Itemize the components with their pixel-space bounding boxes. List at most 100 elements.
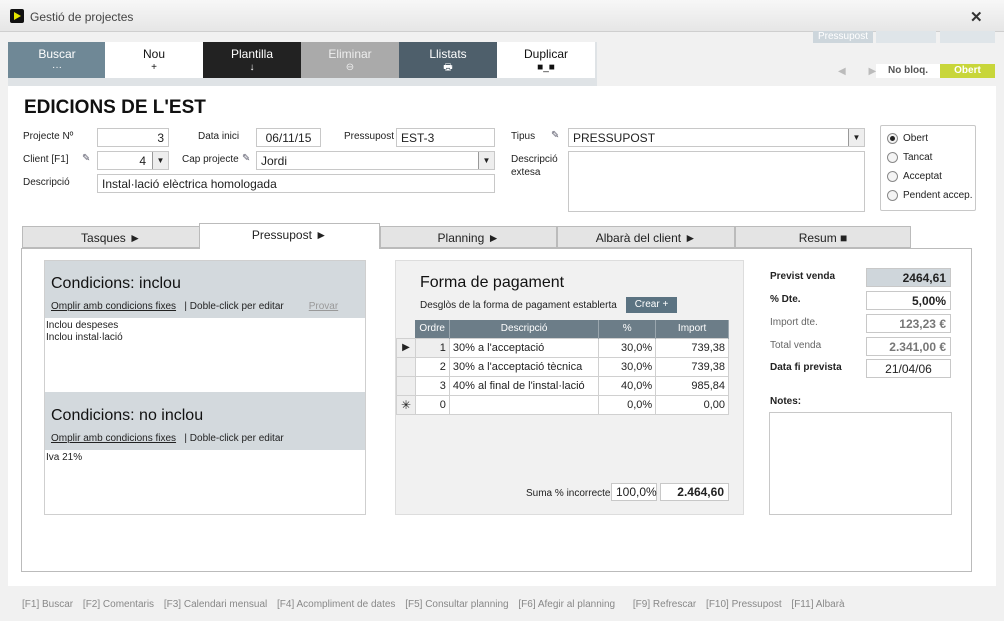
tab-resum[interactable]: Resum ■: [735, 226, 911, 248]
chevron-down-icon[interactable]: ▼: [478, 152, 494, 169]
pct-cell[interactable]: 30,0%: [598, 356, 657, 377]
dte-field[interactable]: 5,00%: [866, 291, 951, 310]
ordre-cell[interactable]: 3: [414, 375, 450, 396]
descripcio-cell[interactable]: 30% a l'acceptació: [448, 337, 600, 358]
suma-label: Suma % incorrecte: [526, 488, 611, 499]
radio-icon[interactable]: [887, 190, 898, 201]
ordre-cell[interactable]: 0: [414, 394, 450, 415]
suma-total-field: 2.464,60: [660, 483, 729, 501]
shortcut-bar: [F1] Buscar [F2] Comentaris [F3] Calenda…: [22, 599, 852, 610]
close-icon[interactable]: ✕: [970, 8, 983, 26]
tab-albara[interactable]: Albarà del client ►: [557, 226, 735, 248]
descripcio-extesa-field[interactable]: [568, 151, 865, 212]
import-cell[interactable]: 0,00: [655, 394, 729, 415]
radio-tancat[interactable]: Tancat: [887, 152, 932, 163]
column-header[interactable]: %: [598, 320, 657, 338]
tipus-select[interactable]: PRESSUPOST ▼: [568, 128, 865, 147]
pencil-icon[interactable]: ✎: [82, 153, 90, 164]
pct-cell[interactable]: 30,0%: [598, 337, 657, 358]
column-header[interactable]: Import: [655, 320, 729, 338]
pencil-icon[interactable]: ✎: [551, 130, 559, 141]
shortcut-f1[interactable]: [F1] Buscar: [22, 599, 73, 610]
condicions-no-inclou-text[interactable]: Iva 21%: [46, 452, 82, 464]
column-header[interactable]: Descripció: [449, 320, 600, 338]
chevron-down-icon[interactable]: ▼: [152, 152, 168, 169]
buscar-label: Buscar: [38, 47, 76, 61]
pagament-table: Ordre Descripció % Import ▶ 1 30% a l'ac…: [396, 320, 729, 415]
descripcio-extesa-label: Descripció extesa: [511, 154, 558, 178]
descripcio-cell[interactable]: 40% al final de l'instal·lació: [448, 375, 600, 396]
data-fi-label: Data fi prevista: [770, 362, 842, 373]
table-row[interactable]: ▶ 1 30% a l'acceptació 30,0% 739,38: [396, 337, 729, 358]
import-cell[interactable]: 739,38: [655, 337, 729, 358]
plantilla-button[interactable]: Plantilla ↓: [203, 42, 301, 78]
import-cell[interactable]: 985,84: [655, 375, 729, 396]
previst-venda-field[interactable]: 2464,61: [866, 268, 951, 287]
row-selector-icon[interactable]: [396, 375, 416, 396]
doble-click-hint: Doble-click per editar: [189, 301, 284, 312]
descripcio-field[interactable]: Instal·lació elèctrica homologada: [97, 174, 495, 193]
omplir-condicions-link[interactable]: Omplir amb condicions fixes: [51, 301, 176, 312]
condicions-inclou-text[interactable]: Inclou despeses Inclou instal·lació: [46, 320, 123, 344]
ordre-cell[interactable]: 2: [414, 356, 450, 377]
new-row-asterisk-icon[interactable]: ✳: [396, 394, 416, 415]
minus-circle-icon: ⊖: [345, 62, 355, 73]
shortcut-f3[interactable]: [F3] Calendari mensual: [164, 599, 267, 610]
title-bar: Gestió de projectes ✕: [0, 0, 1004, 32]
ellipsis-icon: ···: [52, 62, 62, 73]
descripcio-cell[interactable]: 30% a l'acceptació tècnica: [448, 356, 600, 377]
pct-cell[interactable]: 40,0%: [598, 375, 657, 396]
projecte-field[interactable]: 3: [97, 128, 169, 147]
table-row[interactable]: ✳ 0 0,0% 0,00: [396, 394, 729, 415]
radio-acceptat[interactable]: Acceptat: [887, 171, 942, 182]
table-row[interactable]: 3 40% al final de l'instal·lació 40,0% 9…: [396, 375, 729, 396]
crear-button[interactable]: Crear +: [626, 297, 677, 313]
shortcut-f9[interactable]: [F9] Refrescar: [633, 599, 696, 610]
condicions-inclou-actions: Omplir amb condicions fixes | Doble-clic…: [51, 301, 338, 312]
lock-state-button[interactable]: No bloq.: [876, 64, 940, 78]
row-selector-icon[interactable]: [396, 356, 416, 377]
data-inici-field[interactable]: 06/11/15: [256, 128, 321, 147]
cap-projecte-select[interactable]: Jordi ▼: [256, 151, 495, 170]
table-row[interactable]: 2 30% a l'acceptació tècnica 30,0% 739,3…: [396, 356, 729, 377]
radio-pendent[interactable]: Pendent accep.: [887, 190, 973, 201]
shortcut-f5[interactable]: [F5] Consultar planning: [405, 599, 508, 610]
llistats-button[interactable]: Llistats 🖶: [399, 42, 497, 78]
client-label: Client [F1]: [23, 154, 69, 165]
shortcut-f2[interactable]: [F2] Comentaris: [83, 599, 154, 610]
radio-selected-icon[interactable]: [887, 133, 898, 144]
eliminar-button[interactable]: Eliminar ⊖: [301, 42, 399, 78]
tab-pressupost[interactable]: Pressupost ►: [199, 223, 380, 249]
data-fi-field[interactable]: 21/04/06: [866, 359, 951, 378]
project-state-badge[interactable]: Obert: [940, 64, 995, 78]
pct-cell[interactable]: 0,0%: [598, 394, 657, 415]
buscar-button[interactable]: Buscar ···: [8, 42, 106, 78]
shortcut-f6[interactable]: [F6] Afegir al planning: [518, 599, 615, 610]
ordre-cell[interactable]: 1: [414, 337, 450, 358]
pressupost-field[interactable]: EST-3: [396, 128, 495, 147]
duplicar-button[interactable]: Duplicar ■_■: [497, 42, 595, 78]
separator: |: [184, 301, 187, 312]
shortcut-f11[interactable]: [F11] Albarà: [791, 599, 844, 610]
radio-icon[interactable]: [887, 171, 898, 182]
previst-venda-label: Previst venda: [770, 271, 836, 282]
chevron-down-icon[interactable]: ▼: [848, 129, 864, 146]
tag-slot: [940, 31, 995, 43]
omplir-condicions-link[interactable]: Omplir amb condicions fixes: [51, 433, 176, 444]
descripcio-cell[interactable]: [448, 394, 600, 415]
nou-button[interactable]: Nou +: [105, 42, 203, 78]
radio-obert[interactable]: Obert: [887, 133, 928, 144]
radio-icon[interactable]: [887, 152, 898, 163]
shortcut-f4[interactable]: [F4] Acompliment de dates: [277, 599, 395, 610]
shortcut-f10[interactable]: [F10] Pressupost: [706, 599, 782, 610]
import-cell[interactable]: 739,38: [655, 356, 729, 377]
tab-planning[interactable]: Planning ►: [380, 226, 557, 248]
tab-tasques[interactable]: Tasques ►: [22, 226, 200, 248]
client-select[interactable]: 4 ▼: [97, 151, 169, 170]
dte-label: % Dte.: [770, 294, 801, 305]
row-selector-icon[interactable]: ▶: [396, 337, 416, 358]
column-header[interactable]: Ordre: [415, 320, 450, 338]
provar-link[interactable]: Provar: [309, 301, 338, 312]
notes-field[interactable]: [769, 412, 952, 515]
pencil-icon[interactable]: ✎: [242, 153, 250, 164]
